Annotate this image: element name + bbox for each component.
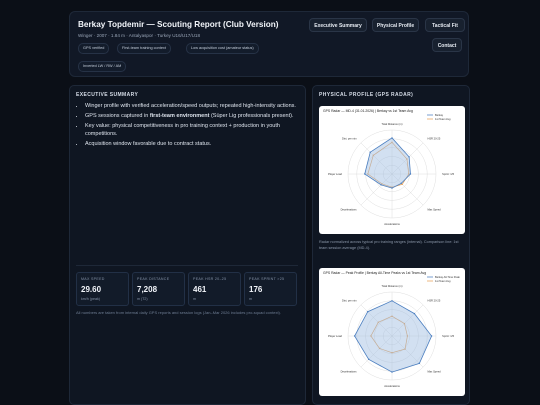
summary-bullet: GPS sessions captured in first-team envi… xyxy=(85,112,307,120)
radar-axis-label: Max Speed xyxy=(427,207,441,211)
radar-axis-label: Accelerations xyxy=(384,384,400,388)
radar-axis-label: Dist. per min xyxy=(342,137,357,141)
metric-unit: m xyxy=(193,297,196,301)
metric-unit: m xyxy=(249,297,252,301)
radar-caption: Radar normalized across typical pro trai… xyxy=(319,240,459,250)
radar-axis-label: Accelerations xyxy=(384,222,400,226)
radar-series-player xyxy=(354,300,433,373)
page-title: Berkay Topdemir — Scouting Report (Club … xyxy=(78,20,279,29)
player-subtitle: Winger · 2007 · 1.84 m · Antalyaspor · T… xyxy=(78,33,201,38)
physical-profile-panel: PHYSICAL PROFILE (GPS RADAR) GPS Radar —… xyxy=(312,85,470,405)
summary-bullets: Winger profile with verified acceleratio… xyxy=(76,102,307,150)
executive-summary-panel: EXECUTIVE SUMMARY Winger profile with ve… xyxy=(69,85,306,405)
radar-axis-label: Total Distance (m) xyxy=(382,284,403,288)
nav-contact-button[interactable]: Contact xyxy=(432,38,462,52)
nav-tactical-fit-button[interactable]: Tactical Fit xyxy=(425,18,465,32)
metric-label: PEAK HSR 20–25 xyxy=(193,277,227,281)
radar-chart-peak: GPS Radar — Peak Profile | Berkay All-Ti… xyxy=(319,268,465,396)
radar-point xyxy=(430,335,433,337)
metric-value: 29.60 xyxy=(81,285,102,294)
tag-gps-verified: GPS verified xyxy=(78,43,110,54)
metric-value: 461 xyxy=(193,285,207,294)
legend-label: Berkay All-Time Peak xyxy=(435,275,460,279)
metric-card-peak-hsr: PEAK HSR 20–25 461 m xyxy=(188,272,241,306)
radar-axis-label: Max Speed xyxy=(427,369,441,373)
radar-axis-label: Decelerations xyxy=(341,369,358,373)
radar-axis-label: Dist. per min xyxy=(342,299,357,303)
radar-axis-label: HSR 20-25 xyxy=(427,299,440,303)
radar-chart-peak-svg: GPS Radar — Peak Profile | Berkay All-Ti… xyxy=(323,271,460,388)
metric-value: 7,208 xyxy=(137,285,158,294)
radar-point xyxy=(391,300,393,302)
bullet-text: GPS sessions captured in xyxy=(85,113,150,119)
metric-card-max-speed: MAX SPEED 29.60 km/h (peak) xyxy=(76,272,129,306)
summary-bullet: Winger profile with verified acceleratio… xyxy=(85,102,307,110)
bullet-emphasis: first-team environment xyxy=(149,113,210,119)
radar-point xyxy=(353,335,356,337)
legend-label: 1st Team Avg xyxy=(435,279,451,283)
summary-bullet: Acquisition window favorable due to cont… xyxy=(85,140,307,148)
executive-summary-title: EXECUTIVE SUMMARY xyxy=(76,92,139,98)
legend-label: Berkay xyxy=(435,113,444,117)
radar-point xyxy=(364,173,366,175)
radar-point xyxy=(391,371,393,373)
radar-point xyxy=(413,312,416,315)
radar-chart-md4: GPS Radar — MD-4 (31.01.2026) | Berkay v… xyxy=(319,106,465,234)
radar-chart-md4-svg: GPS Radar — MD-4 (31.01.2026) | Berkay v… xyxy=(323,109,455,226)
tag-first-team: First-team training context xyxy=(117,43,171,54)
metric-value: 176 xyxy=(249,285,263,294)
metric-unit: m (T2) xyxy=(137,297,148,301)
radar-point xyxy=(367,358,370,361)
radar-axis-label: Player Load xyxy=(328,334,342,338)
tag-position: Inverted LW / RW / AM xyxy=(78,61,127,72)
radar-axis-label: Decelerations xyxy=(341,207,358,211)
nav-executive-summary-button[interactable]: Executive Summary xyxy=(309,18,367,32)
metric-card-peak-distance: PEAK DISTANCE 7,208 m (T2) xyxy=(132,272,185,306)
metric-label: PEAK SPRINT >25 xyxy=(249,277,285,281)
radar-point xyxy=(380,184,382,186)
radar-point xyxy=(391,137,393,139)
radar-axis-label: HSR 20-25 xyxy=(427,137,440,141)
radar-point xyxy=(408,156,410,158)
legend-label: 1st Team Avg xyxy=(435,117,451,121)
radar-axis-label: Sprint >25 xyxy=(442,172,454,176)
radar-axis-label: Player Load xyxy=(328,172,342,176)
metric-unit: km/h (peak) xyxy=(81,297,100,301)
tag-acquisition: Low acquisition cost (amateur status) xyxy=(186,43,259,54)
summary-bullet: Key value: physical competitiveness in p… xyxy=(85,122,307,138)
bullet-text: (Süper Lig professionals present). xyxy=(209,113,294,119)
radar-point xyxy=(367,311,369,313)
chart-title: GPS Radar — MD-4 (31.01.2026) | Berkay v… xyxy=(323,109,413,113)
metric-label: MAX SPEED xyxy=(81,277,105,281)
radar-point xyxy=(409,173,412,175)
metric-card-peak-sprint: PEAK SPRINT >25 176 m xyxy=(244,272,297,306)
data-source-footnote: All numbers are taken from internal dail… xyxy=(76,310,281,315)
summary-divider xyxy=(76,265,298,266)
chart-title: GPS Radar — Peak Profile | Berkay All-Ti… xyxy=(323,271,426,275)
radar-axis-label: Sprint >25 xyxy=(442,334,454,338)
radar-point xyxy=(400,182,403,185)
physical-profile-title: PHYSICAL PROFILE (GPS RADAR) xyxy=(319,92,414,98)
metric-label: PEAK DISTANCE xyxy=(137,277,170,281)
report-header: Berkay Topdemir — Scouting Report (Club … xyxy=(69,11,469,77)
radar-point xyxy=(391,187,393,189)
radar-point xyxy=(418,362,421,365)
radar-point xyxy=(369,151,371,153)
nav-physical-profile-button[interactable]: Physical Profile xyxy=(372,18,419,32)
radar-axis-label: Total Distance (m) xyxy=(382,122,403,126)
